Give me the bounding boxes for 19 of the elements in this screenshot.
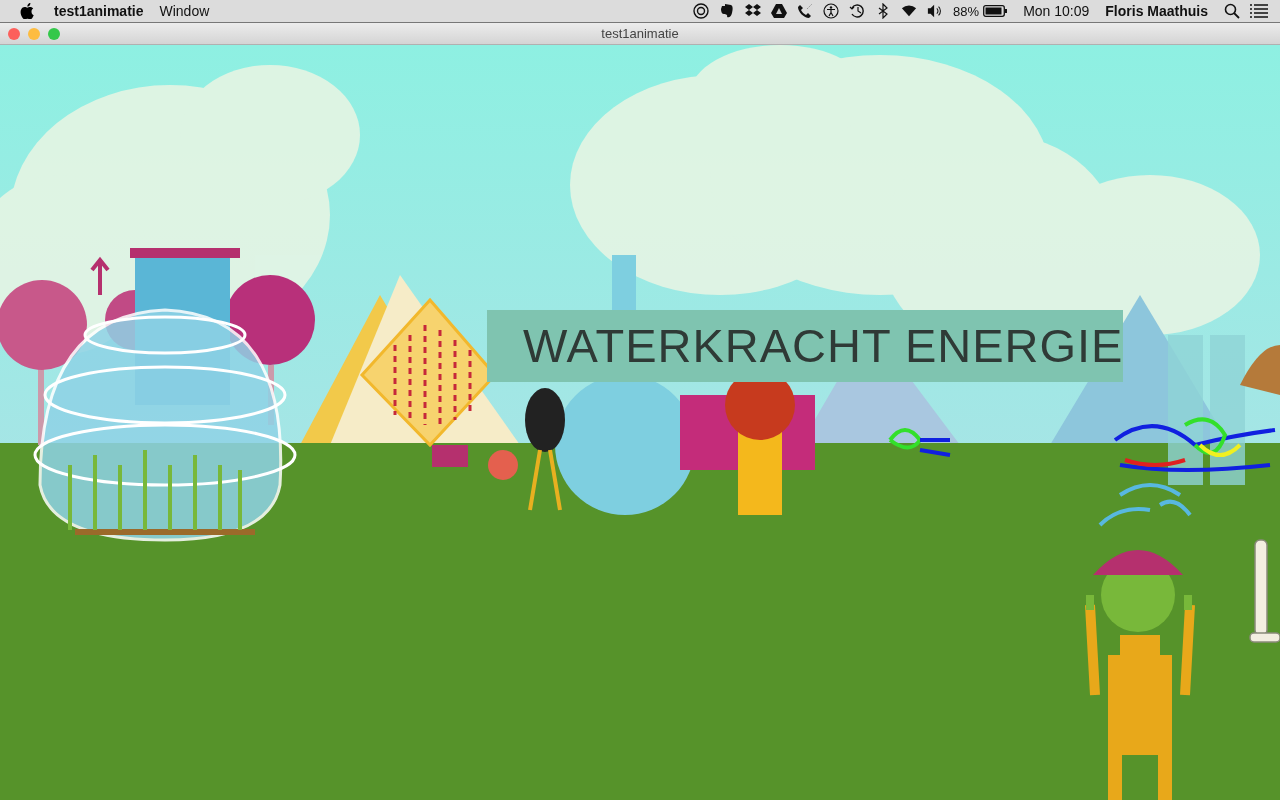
user-name[interactable]: Floris Maathuis xyxy=(1105,3,1208,19)
speaker-icon[interactable] xyxy=(927,3,944,19)
search-icon[interactable] xyxy=(1224,3,1240,19)
battery-icon[interactable] xyxy=(983,5,1008,17)
app-menu[interactable]: test1animatie xyxy=(54,3,144,19)
accessibility-icon[interactable] xyxy=(823,3,840,19)
phone-icon[interactable] xyxy=(797,3,814,19)
apple-icon[interactable] xyxy=(20,3,34,19)
window-title: test1animatie xyxy=(601,26,679,41)
battery-percentage[interactable]: 88% xyxy=(953,3,980,19)
title-banner: WATERKRACHT ENERGIE xyxy=(487,310,1123,382)
wifi-icon[interactable] xyxy=(901,3,918,19)
menu-item[interactable]: Window xyxy=(159,3,210,19)
target-icon[interactable] xyxy=(693,3,710,19)
box-icon[interactable] xyxy=(745,3,762,19)
list-icon[interactable] xyxy=(1250,3,1268,19)
clock[interactable]: Mon 10:09 xyxy=(1023,3,1090,19)
triangle-icon[interactable] xyxy=(771,3,788,19)
clock-icon[interactable] xyxy=(849,3,866,19)
